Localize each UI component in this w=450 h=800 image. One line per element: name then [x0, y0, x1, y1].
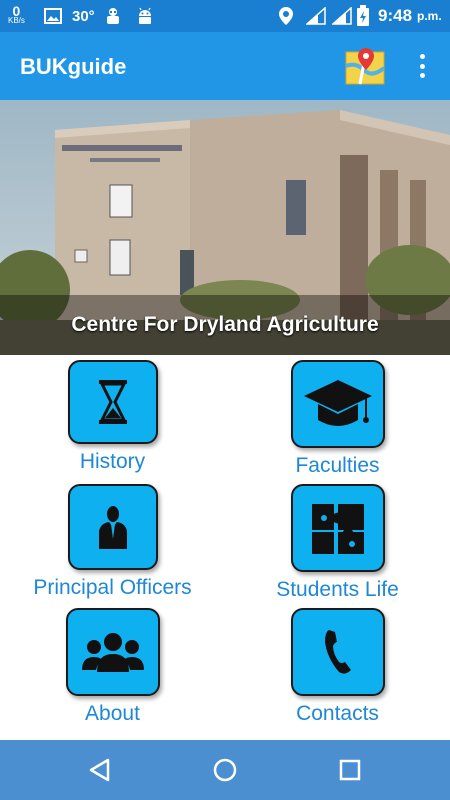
clock-time: 9:48: [378, 6, 413, 25]
faculties-label: Faculties: [295, 454, 380, 477]
menu-item-faculties[interactable]: Faculties: [225, 360, 450, 478]
about-tile[interactable]: [65, 608, 160, 696]
menu-item-contacts[interactable]: Contacts: [225, 608, 450, 726]
status-bar: 0 KB/s 30° 9:48 p.m.: [0, 0, 450, 32]
banner-image: Centre For Dryland Agriculture: [0, 100, 450, 355]
notification-robot-icon: [104, 0, 122, 32]
history-label: History: [79, 450, 146, 473]
gallery-icon: [44, 0, 62, 32]
contacts-tile[interactable]: [290, 608, 385, 696]
app-bar: BUKguide: [0, 32, 450, 100]
contacts-label: Contacts: [296, 702, 379, 725]
faculties-tile[interactable]: [290, 360, 385, 448]
network-speed-value: 0: [12, 3, 21, 19]
battery-charging-icon: [356, 0, 370, 32]
network-speed: 0 KB/s: [8, 0, 25, 32]
location-icon: [278, 0, 294, 32]
phone-icon: [324, 630, 351, 674]
graduation-cap-icon: [303, 380, 372, 426]
menu-item-principal-officers[interactable]: Principal Officers: [0, 484, 225, 600]
android-icon: [136, 0, 154, 32]
puzzle-icon: [311, 504, 364, 554]
about-label: About: [85, 702, 140, 725]
signal-icon: [306, 0, 326, 32]
officer-icon: [98, 506, 127, 549]
menu-item-students-life[interactable]: Students Life: [225, 484, 450, 602]
back-icon[interactable]: [84, 754, 116, 786]
menu-item-about[interactable]: About: [0, 608, 225, 726]
network-speed-unit: KB/s: [8, 16, 25, 25]
students-life-tile[interactable]: [290, 484, 385, 572]
students-life-label: Students Life: [276, 578, 399, 601]
history-tile[interactable]: [67, 360, 158, 444]
overflow-menu-icon[interactable]: [410, 52, 434, 80]
map-location-icon[interactable]: [344, 46, 386, 86]
signal-icon-2: [332, 0, 352, 32]
principal-officers-tile[interactable]: [67, 484, 158, 570]
principal-officers-label: Principal Officers: [33, 576, 192, 599]
hourglass-icon: [98, 380, 127, 424]
menu-item-history[interactable]: History: [0, 360, 225, 474]
temperature: 30°: [72, 7, 95, 25]
group-icon: [81, 633, 144, 672]
app-title: BUKguide: [20, 54, 127, 79]
navigation-bar: [0, 740, 450, 800]
home-icon[interactable]: [209, 754, 241, 786]
clock-suffix: p.m.: [417, 9, 442, 23]
banner-caption: Centre For Dryland Agriculture: [0, 295, 450, 355]
recents-icon[interactable]: [334, 754, 366, 786]
